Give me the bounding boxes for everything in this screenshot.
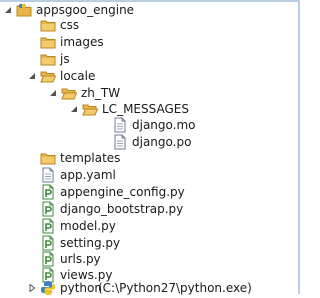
interpreter-name: python xyxy=(60,281,102,295)
folder-open-icon xyxy=(61,85,77,101)
text-file-icon xyxy=(112,134,128,150)
folder-open-icon xyxy=(40,68,56,84)
expanded-arrow-icon[interactable] xyxy=(48,88,58,98)
folder-icon xyxy=(40,17,56,33)
folder-icon xyxy=(40,51,56,67)
python-file-icon xyxy=(40,184,56,200)
text-file-icon xyxy=(40,167,56,183)
collapsed-arrow-icon[interactable] xyxy=(27,283,37,293)
folder-icon xyxy=(40,34,56,50)
expanded-arrow-icon[interactable] xyxy=(3,5,13,15)
folder-open-icon xyxy=(82,101,98,117)
view-right-border xyxy=(298,0,300,294)
python-file-icon xyxy=(40,251,56,267)
interpreter-path: (C:\Python27\python.exe) xyxy=(98,281,252,295)
expanded-arrow-icon[interactable] xyxy=(27,71,37,81)
tree-item-python-interpreter[interactable]: python (C:\Python27\python.exe) xyxy=(0,279,298,298)
python-file-icon xyxy=(40,201,56,217)
folder-icon xyxy=(40,150,56,166)
expanded-arrow-icon[interactable] xyxy=(69,104,79,114)
python-file-icon xyxy=(40,235,56,251)
text-file-icon xyxy=(112,117,128,133)
python-file-icon xyxy=(40,218,56,234)
